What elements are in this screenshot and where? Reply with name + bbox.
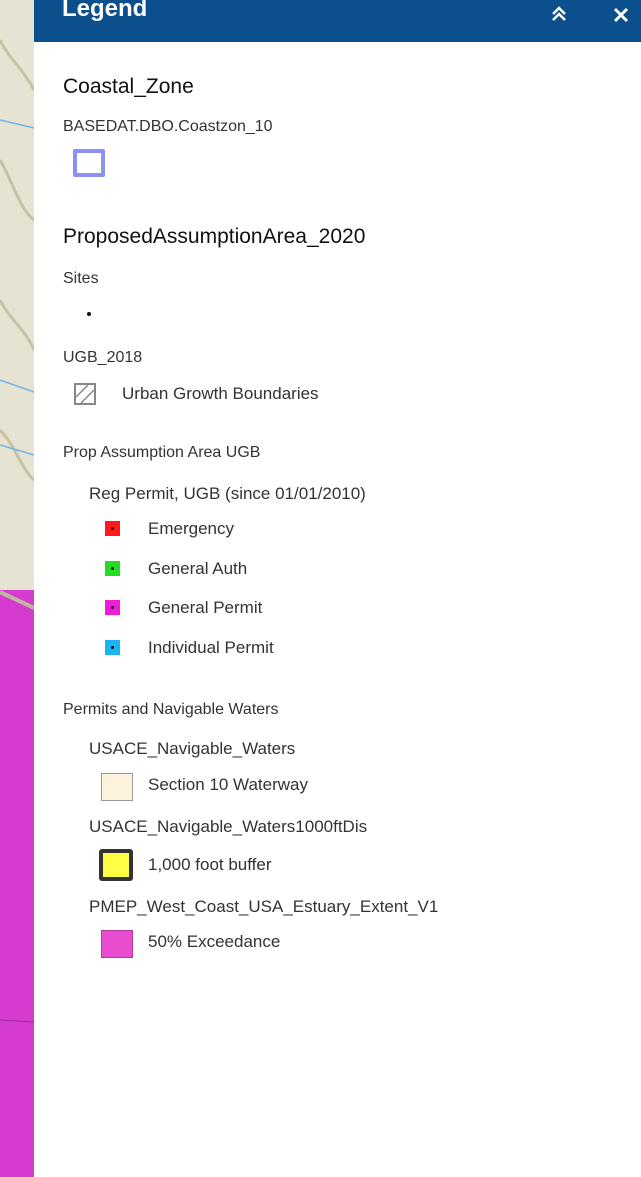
ugb-layer-label: UGB_2018 <box>63 349 143 366</box>
pmep-swatch <box>101 930 133 958</box>
legend-header: Legend <box>34 0 641 42</box>
individual-permit-swatch <box>105 640 120 655</box>
hatch-swatch <box>74 383 96 405</box>
section10-swatch <box>101 773 133 801</box>
layer-title-proposed: ProposedAssumptionArea_2020 <box>63 225 366 248</box>
emergency-swatch <box>105 521 120 536</box>
permit-item-label: Emergency <box>148 519 234 538</box>
sublayer-label: BASEDAT.DBO.Coastzon_10 <box>63 118 273 135</box>
buffer-swatch <box>99 849 133 881</box>
permit-item-label: General Permit <box>148 598 263 617</box>
waters-item-label: Section 10 Waterway <box>148 775 308 794</box>
close-icon[interactable] <box>606 0 636 32</box>
navigable-group-label: Permits and Navigable Waters <box>63 701 279 718</box>
reg-permit-label: Reg Permit, UGB (since 01/01/2010) <box>89 484 366 503</box>
permit-item-label: General Auth <box>148 559 248 578</box>
permit-item-label: Individual Permit <box>148 638 274 657</box>
buffer-item-label: 1,000 foot buffer <box>148 855 272 874</box>
map-canvas <box>0 0 34 1177</box>
prop-layer-label: Prop Assumption Area UGB <box>63 444 261 461</box>
general-permit-swatch <box>105 600 120 615</box>
buffer-layer-label: USACE_Navigable_Waters1000ftDis <box>89 817 368 836</box>
legend-panel: Legend Coastal_Zone BASEDAT.DBO.Coastzon… <box>34 0 641 1177</box>
sites-label: Sites <box>63 270 99 287</box>
purple-area <box>0 590 34 1177</box>
map-view[interactable] <box>0 0 34 1177</box>
waters-layer-label: USACE_Navigable_Waters <box>89 739 296 758</box>
legend-title: Legend <box>62 0 148 22</box>
ugb-item-label: Urban Growth Boundaries <box>122 384 319 403</box>
coastal-zone-swatch <box>73 149 105 177</box>
sites-point-symbol <box>87 312 91 316</box>
layer-title-coastal-zone: Coastal_Zone <box>63 75 194 98</box>
general-auth-swatch <box>105 561 120 576</box>
pmep-layer-label: PMEP_West_Coast_USA_Estuary_Extent_V1 <box>89 897 439 916</box>
terrain-area <box>0 0 34 590</box>
pmep-item-label: 50% Exceedance <box>148 932 281 951</box>
double-chevron-up-icon[interactable] <box>544 0 574 32</box>
